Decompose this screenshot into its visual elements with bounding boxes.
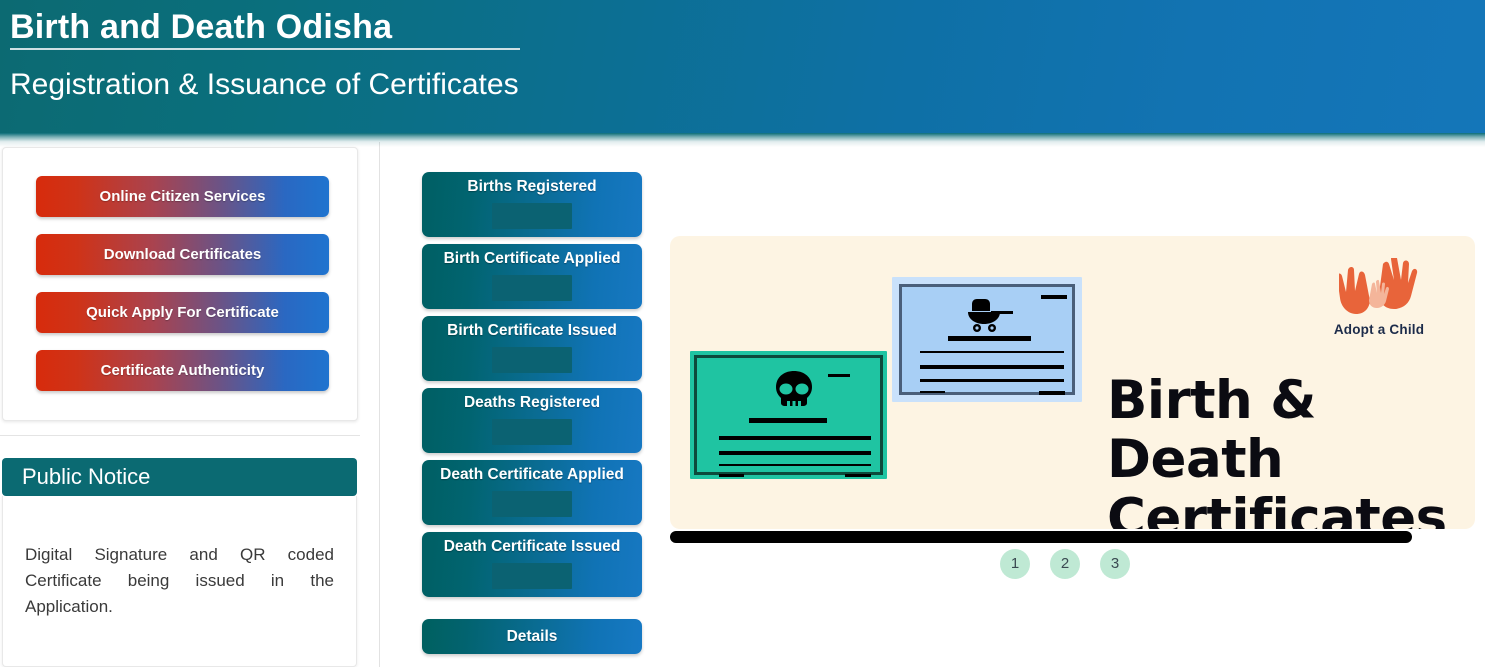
- banner-column: Adopt a Child Birth & Death Certificates…: [665, 147, 1485, 667]
- left-sidebar: Online Citizen Services Download Certifi…: [0, 147, 360, 667]
- stat-value: [492, 491, 572, 517]
- banner-headline-line1: Birth & Death: [1107, 370, 1316, 490]
- citizen-services-card: Online Citizen Services Download Certifi…: [2, 147, 358, 421]
- stat-label: Birth Certificate Applied: [443, 250, 621, 267]
- stat-value: [492, 419, 572, 445]
- stat-label: Deaths Registered: [463, 394, 601, 411]
- banner-headline: Birth & Death Certificates: [1107, 371, 1475, 529]
- adopt-a-child-logo: Adopt a Child: [1319, 258, 1439, 348]
- banner-headline-line2: Certificates: [1107, 488, 1447, 529]
- baby-pram-icon: [968, 299, 1013, 332]
- download-certificates-button[interactable]: Download Certificates: [36, 234, 329, 275]
- quick-apply-for-certificate-button[interactable]: Quick Apply For Certificate: [36, 292, 329, 333]
- skull-icon: [776, 371, 812, 408]
- stat-label: Birth Certificate Issued: [447, 322, 617, 339]
- stat-death-certificate-issued[interactable]: Death Certificate Issued: [422, 532, 642, 597]
- page-body: Online Citizen Services Download Certifi…: [0, 142, 1485, 667]
- adopt-a-child-caption: Adopt a Child: [1333, 322, 1425, 337]
- stat-label: Death Certificate Issued: [443, 538, 621, 555]
- public-notice-heading: Public Notice: [2, 458, 357, 496]
- public-notice-marquee: system generated information on status. …: [3, 496, 356, 666]
- title-underline: [10, 48, 520, 50]
- online-citizen-services-button[interactable]: Online Citizen Services: [36, 176, 329, 217]
- banner-base-bar: [670, 531, 1412, 543]
- public-notice-body: system generated information on status. …: [2, 496, 357, 667]
- statistics-column: Births Registered Birth Certificate Appl…: [380, 147, 665, 667]
- page-subtitle: Registration & Issuance of Certificates: [10, 68, 519, 101]
- stat-death-certificate-applied[interactable]: Death Certificate Applied: [422, 460, 642, 525]
- stat-value: [492, 203, 572, 229]
- carousel-dot-2[interactable]: 2: [1050, 549, 1080, 579]
- sidebar-divider: [0, 435, 360, 436]
- promo-banner[interactable]: Adopt a Child Birth & Death Certificates: [670, 236, 1475, 529]
- stat-label: Death Certificate Applied: [440, 466, 624, 483]
- stat-value: [492, 347, 572, 373]
- header-fade-strip: [0, 133, 1485, 147]
- birth-certificate-illustration: [892, 277, 1082, 402]
- hands-icon: [1339, 258, 1418, 314]
- carousel-dot-3[interactable]: 3: [1100, 549, 1130, 579]
- public-notice-paragraph: Digital Signature and QR coded Certifica…: [25, 545, 334, 616]
- site-header: Birth and Death Odisha Registration & Is…: [0, 0, 1485, 133]
- death-certificate-illustration: [690, 351, 887, 479]
- page-title: Birth and Death Odisha: [10, 8, 393, 46]
- details-button[interactable]: Details: [422, 619, 642, 654]
- certificate-authenticity-button[interactable]: Certificate Authenticity: [36, 350, 329, 391]
- stat-value: [492, 563, 572, 589]
- page-root: Birth and Death Odisha Registration & Is…: [0, 0, 1485, 667]
- stat-label: Births Registered: [467, 178, 597, 195]
- stat-birth-certificate-issued[interactable]: Birth Certificate Issued: [422, 316, 642, 381]
- carousel-dot-1[interactable]: 1: [1000, 549, 1030, 579]
- stat-value: [492, 275, 572, 301]
- carousel-pagination: 1 2 3: [1000, 549, 1180, 581]
- stat-birth-certificate-applied[interactable]: Birth Certificate Applied: [422, 244, 642, 309]
- stat-births-registered[interactable]: Births Registered: [422, 172, 642, 237]
- stat-deaths-registered[interactable]: Deaths Registered: [422, 388, 642, 453]
